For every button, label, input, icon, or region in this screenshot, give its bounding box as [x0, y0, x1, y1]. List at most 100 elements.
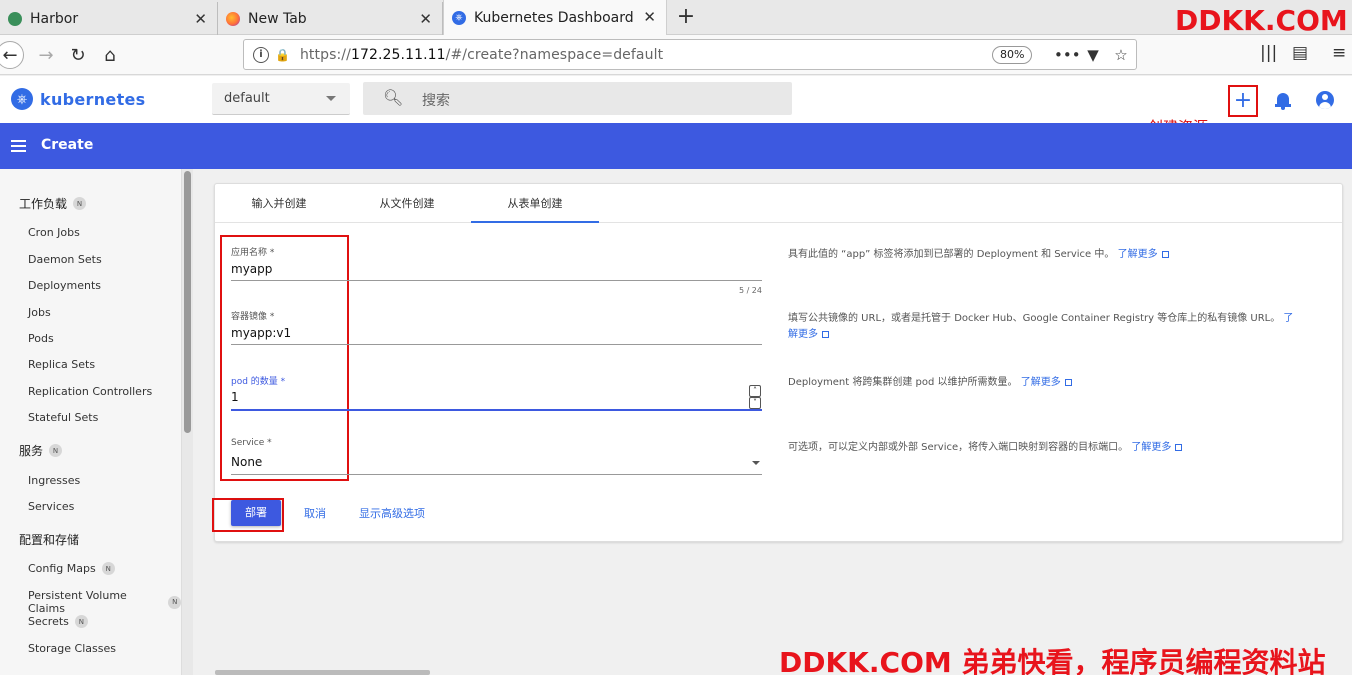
external-link-icon [1064, 379, 1072, 386]
sidebar-section-config-storage[interactable]: 配置和存储 [19, 531, 79, 548]
tab-label: Harbor [30, 10, 79, 27]
browser-nav-bar: ← → ↻ ⌂ i 🔒 https://172.25.11.11/#/creat… [0, 35, 1352, 75]
namespace-value: default [224, 91, 270, 106]
app-name-help: 具有此值的 “app” 标签将添加到已部署的 Deployment 和 Serv… [788, 247, 1323, 263]
sidebar-item-replication-controllers[interactable]: Replication Controllers [28, 385, 152, 398]
watermark-bottom: DDKK.COM 弟弟快看，程序员编程资料站 [779, 646, 1326, 675]
chevron-down-icon[interactable] [752, 461, 760, 465]
forward-arrow-icon[interactable]: → [32, 41, 60, 69]
tab-file-create[interactable]: 从文件创建 [343, 184, 471, 223]
browser-tab-newtab[interactable]: New Tab ✕ [218, 2, 443, 35]
sidebar-item-jobs[interactable]: Jobs [28, 306, 51, 319]
menu-icon[interactable] [11, 140, 26, 152]
pod-count-input[interactable]: 1 [231, 390, 239, 404]
watermark-top: DDKK.COM [1175, 4, 1348, 37]
app-name-underline [231, 280, 762, 281]
tab-label: New Tab [248, 10, 307, 27]
close-icon[interactable]: ✕ [419, 10, 432, 28]
browser-tab-kubernetes[interactable]: ⎈ Kubernetes Dashboard ✕ [443, 0, 667, 36]
search-input[interactable]: 🔍︎ 搜索 [363, 82, 792, 115]
insecure-lock-icon[interactable]: 🔒 [275, 48, 290, 62]
browser-tab-strip: Harbor ✕ New Tab ✕ ⎈ Kubernetes Dashboar… [0, 0, 1352, 36]
sidebar-section-workloads[interactable]: 工作负载 N [19, 195, 87, 212]
bookmark-star-icon[interactable]: ☆ [1110, 44, 1132, 66]
sidebar-item-pvc[interactable]: Persistent Volume Claims N [28, 589, 181, 615]
sidebar-toggle-icon[interactable]: ▤ [1292, 43, 1308, 63]
external-link-icon [1175, 444, 1183, 451]
new-badge: N [74, 615, 88, 628]
sidebar-item-stateful-sets[interactable]: Stateful Sets [28, 411, 98, 424]
new-badge: N [168, 595, 181, 609]
image-label: 容器镜像 * [231, 312, 275, 322]
zoom-level[interactable]: 80% [992, 46, 1033, 64]
service-underline [231, 474, 762, 475]
chevron-down-icon [326, 96, 336, 101]
deploy-button[interactable]: 部署 [231, 500, 281, 526]
sidebar-item-secrets[interactable]: Secrets N [28, 615, 88, 628]
sidebar-item-deployments[interactable]: Deployments [28, 279, 101, 292]
close-icon[interactable]: ✕ [194, 10, 207, 28]
create-form-card: 输入并创建 从文件创建 从表单创建 应用名称 * myapp 5 / 24 容器… [212, 183, 1343, 542]
more-actions-icon[interactable]: ••• [1054, 44, 1081, 66]
horizontal-scrollbar[interactable] [215, 670, 430, 675]
app-name-input[interactable]: myapp [231, 262, 272, 276]
address-bar[interactable]: i 🔒 https://172.25.11.11/#/create?namesp… [243, 39, 1137, 70]
decrement-icon[interactable]: ˅ [749, 397, 761, 409]
new-badge: N [101, 562, 115, 575]
pod-count-label: pod 的数量 * [231, 377, 286, 387]
char-counter: 5 / 24 [738, 286, 762, 295]
url-text[interactable]: https://172.25.11.11/#/create?namespace=… [300, 47, 663, 63]
helm-wheel-icon: ⎈ [11, 88, 33, 110]
new-badge: N [73, 197, 87, 210]
library-icon[interactable]: ||| [1260, 43, 1277, 63]
close-icon[interactable]: ✕ [643, 8, 656, 26]
sidebar-item-replica-sets[interactable]: Replica Sets [28, 358, 95, 371]
pocket-icon[interactable]: ▼ [1082, 44, 1104, 66]
account-icon[interactable] [1316, 91, 1334, 109]
info-icon[interactable]: i [253, 46, 269, 63]
pod-count-help: Deployment 将跨集群创建 pod 以维护所需数量。 了解更多 [788, 375, 1323, 391]
sidebar-item-services[interactable]: Services [28, 500, 74, 513]
sidebar-item-ingresses[interactable]: Ingresses [28, 474, 80, 487]
back-arrow-icon[interactable]: ← [0, 41, 24, 69]
sidebar-nav: 工作负载 N Cron Jobs Daemon Sets Deployments … [0, 169, 181, 675]
pod-count-underline [231, 409, 762, 411]
create-tabs: 输入并创建 从文件创建 从表单创建 [215, 184, 1342, 223]
external-link-icon [822, 331, 829, 338]
new-badge: N [49, 444, 63, 457]
tab-input-create[interactable]: 输入并创建 [215, 184, 343, 223]
show-advanced-button[interactable]: 显示高级选项 [359, 505, 425, 521]
tab-form-create[interactable]: 从表单创建 [471, 184, 599, 223]
sidebar-item-storage-classes[interactable]: Storage Classes [28, 642, 116, 655]
sidebar-scrollbar[interactable] [181, 169, 193, 675]
brand-name: kubernetes [40, 89, 146, 109]
new-tab-icon[interactable]: + [674, 4, 698, 29]
sidebar-item-config-maps[interactable]: Config Maps N [28, 562, 115, 575]
learn-more-link[interactable]: 了解更多 [1131, 442, 1183, 453]
add-icon[interactable]: + [1231, 88, 1255, 113]
kubernetes-logo[interactable]: ⎈ kubernetes [11, 88, 146, 110]
scrollbar-thumb[interactable] [184, 171, 191, 433]
harbor-icon [8, 11, 22, 26]
namespace-select[interactable]: default [212, 83, 350, 115]
reload-icon[interactable]: ↻ [64, 41, 92, 69]
increment-icon[interactable]: ˄ [749, 385, 761, 397]
sidebar-section-services[interactable]: 服务 N [19, 442, 63, 459]
learn-more-link[interactable]: 了解更多 [1021, 377, 1072, 388]
learn-more-link[interactable]: 了解更多 [1118, 249, 1169, 260]
cancel-button[interactable]: 取消 [304, 505, 326, 521]
notifications-bell-icon[interactable] [1274, 92, 1292, 110]
hamburger-menu-icon[interactable]: ≡ [1332, 43, 1346, 63]
browser-tab-harbor[interactable]: Harbor ✕ [0, 2, 218, 35]
sidebar-item-cron-jobs[interactable]: Cron Jobs [28, 226, 80, 239]
home-icon[interactable]: ⌂ [96, 41, 124, 69]
sidebar-item-pods[interactable]: Pods [28, 332, 54, 345]
service-select[interactable]: None [231, 455, 262, 469]
service-label: Service * [231, 438, 272, 448]
search-placeholder: 搜索 [422, 93, 450, 109]
sidebar-item-daemon-sets[interactable]: Daemon Sets [28, 253, 102, 266]
page-title: Create [41, 137, 94, 153]
external-link-icon [1161, 251, 1169, 258]
image-input[interactable]: myapp:v1 [231, 326, 291, 340]
image-underline [231, 344, 762, 345]
